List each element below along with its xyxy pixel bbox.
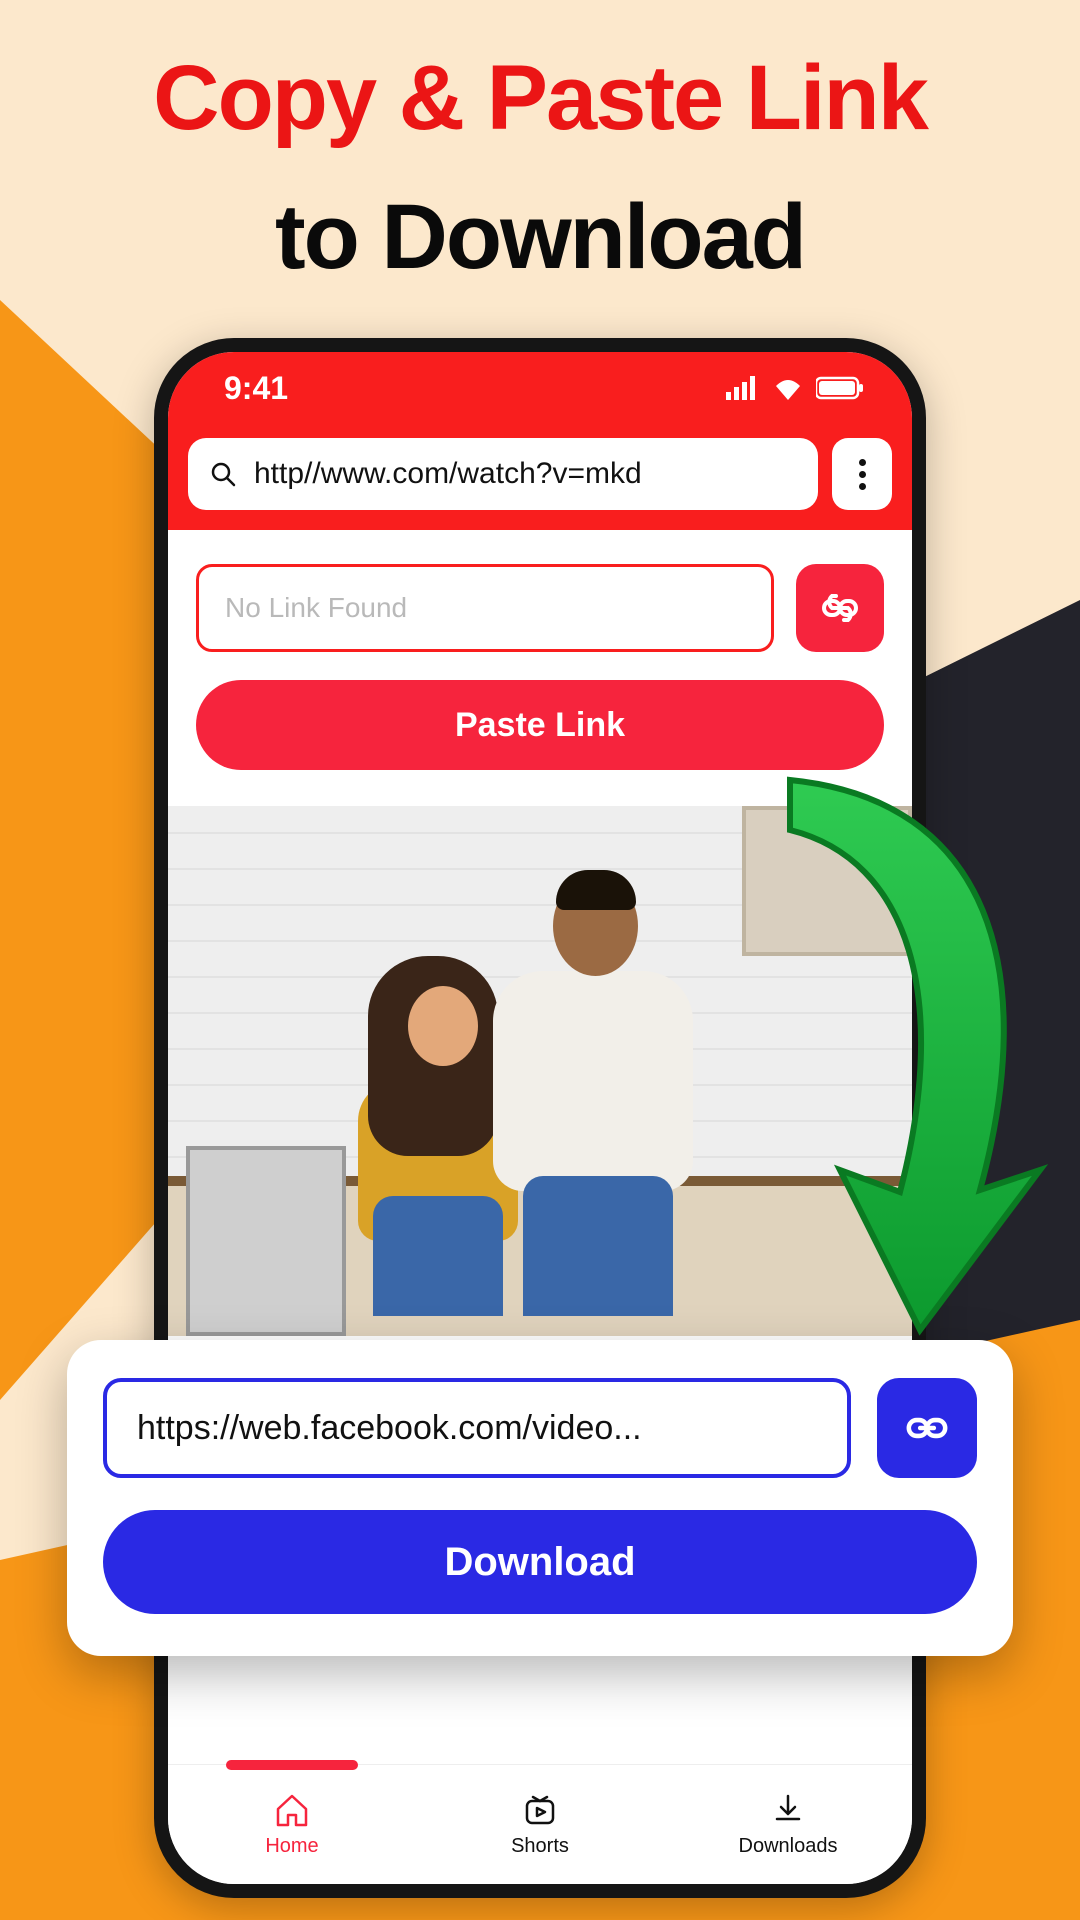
wifi-icon xyxy=(772,376,804,400)
home-icon xyxy=(273,1791,311,1829)
nav-shorts-label: Shorts xyxy=(511,1835,569,1858)
download-link-button[interactable] xyxy=(877,1378,977,1478)
download-button[interactable]: Download xyxy=(103,1510,977,1614)
download-popup: https://web.facebook.com/video... Downlo… xyxy=(67,1340,1013,1656)
download-icon xyxy=(769,1791,807,1829)
signal-icon xyxy=(726,376,760,400)
nav-home-label: Home xyxy=(265,1835,318,1858)
url-row: http//www.com/watch?v=mkd xyxy=(168,424,912,530)
nav-downloads[interactable]: Downloads xyxy=(664,1765,912,1884)
link-input-placeholder: No Link Found xyxy=(225,592,407,624)
download-url-text: https://web.facebook.com/video... xyxy=(137,1409,642,1448)
bottom-nav: Home Shorts Downloads xyxy=(168,1764,912,1884)
battery-icon xyxy=(816,376,864,400)
headline-line2: to Download xyxy=(0,185,1080,290)
link-copy-button[interactable] xyxy=(796,564,884,652)
link-icon xyxy=(902,1403,952,1453)
status-bar: 9:41 xyxy=(168,352,912,424)
headline: Copy & Paste Link to Download xyxy=(0,50,1080,290)
paste-link-button[interactable]: Paste Link xyxy=(196,680,884,770)
paste-link-label: Paste Link xyxy=(455,706,625,745)
link-icon xyxy=(818,586,862,630)
status-time: 9:41 xyxy=(224,370,288,407)
search-icon xyxy=(210,461,236,487)
more-vertical-icon xyxy=(859,459,866,490)
nav-active-indicator xyxy=(226,1760,358,1770)
link-input[interactable]: No Link Found xyxy=(196,564,774,652)
url-text: http//www.com/watch?v=mkd xyxy=(254,457,642,491)
nav-downloads-label: Downloads xyxy=(739,1835,838,1858)
app-content: No Link Found Paste Link xyxy=(168,530,912,1336)
link-input-row: No Link Found xyxy=(196,564,884,652)
url-bar[interactable]: http//www.com/watch?v=mkd xyxy=(188,438,818,510)
shorts-icon xyxy=(521,1791,559,1829)
nav-home[interactable]: Home xyxy=(168,1765,416,1884)
nav-shorts[interactable]: Shorts xyxy=(416,1765,664,1884)
download-button-label: Download xyxy=(444,1540,635,1585)
status-icons xyxy=(726,376,864,400)
download-input-row: https://web.facebook.com/video... xyxy=(103,1378,977,1478)
phone-frame: 9:41 http//www.com/watch?v=mkd No Link F… xyxy=(154,338,926,1898)
menu-button[interactable] xyxy=(832,438,892,510)
headline-line1: Copy & Paste Link xyxy=(0,50,1080,147)
video-thumbnail[interactable] xyxy=(168,806,912,1336)
download-url-input[interactable]: https://web.facebook.com/video... xyxy=(103,1378,851,1478)
